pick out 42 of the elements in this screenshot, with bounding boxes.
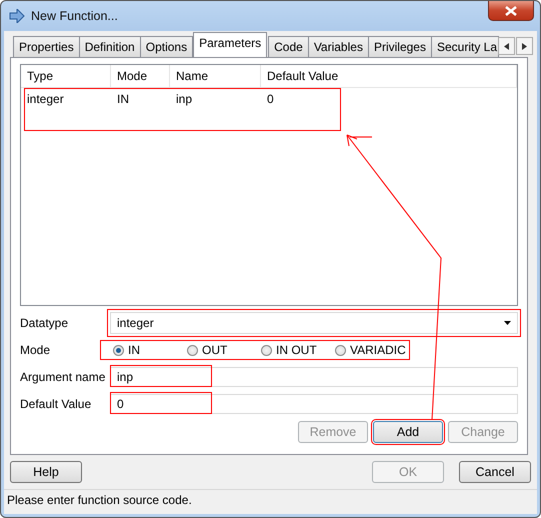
dialog-button[interactable]: Cancel [459, 461, 531, 483]
list-row[interactable]: integer IN inp 0 [24, 88, 341, 131]
default-value-field[interactable]: 0 [110, 394, 518, 414]
field-label: Argument name [20, 370, 106, 384]
scroll-right-button[interactable] [516, 37, 534, 55]
tab[interactable]: Security La [430, 36, 500, 57]
column-header[interactable]: Mode [111, 65, 170, 87]
status-bar: Please enter function source code. [4, 489, 537, 510]
field-label: Mode [20, 343, 52, 357]
close-button[interactable] [488, 1, 534, 21]
scroll-left-button[interactable] [498, 37, 516, 55]
list-button[interactable]: Add [373, 421, 443, 443]
datatype-dropdown[interactable]: integer [110, 312, 518, 334]
column-header[interactable]: Default Value [261, 65, 517, 87]
right-triangle-icon [522, 42, 528, 50]
radio-button[interactable] [261, 344, 272, 356]
radio-button[interactable] [335, 344, 346, 356]
arrow-icon [9, 9, 25, 23]
field-label: Datatype [20, 316, 70, 330]
radio-label[interactable]: IN [128, 343, 140, 357]
radio-label[interactable]: VARIADIC [350, 343, 406, 357]
tab[interactable]: Variables [308, 36, 369, 57]
tab[interactable]: Properties [13, 36, 80, 57]
tab[interactable]: Options [140, 36, 194, 57]
tab[interactable]: Parameters [193, 32, 268, 57]
column-header[interactable]: Name [170, 65, 261, 87]
radio-button[interactable] [187, 344, 198, 356]
tab[interactable]: Definition [78, 36, 141, 57]
dialog-button[interactable]: Help [10, 461, 82, 483]
left-triangle-icon [504, 42, 510, 50]
radio-label[interactable]: OUT [202, 343, 228, 357]
column-header[interactable]: Type [21, 65, 111, 87]
argument-name-field[interactable]: inp [110, 367, 518, 387]
dropdown-caret-icon [504, 321, 511, 325]
field-label: Default Value [20, 397, 92, 411]
close-icon [505, 6, 517, 16]
tab[interactable]: Privileges [368, 36, 432, 57]
annotation-line [350, 136, 372, 138]
radio-button[interactable] [113, 344, 124, 356]
window-title: New Function... [31, 9, 118, 23]
radio-label[interactable]: IN OUT [276, 343, 317, 357]
tab[interactable]: Code [268, 36, 309, 57]
